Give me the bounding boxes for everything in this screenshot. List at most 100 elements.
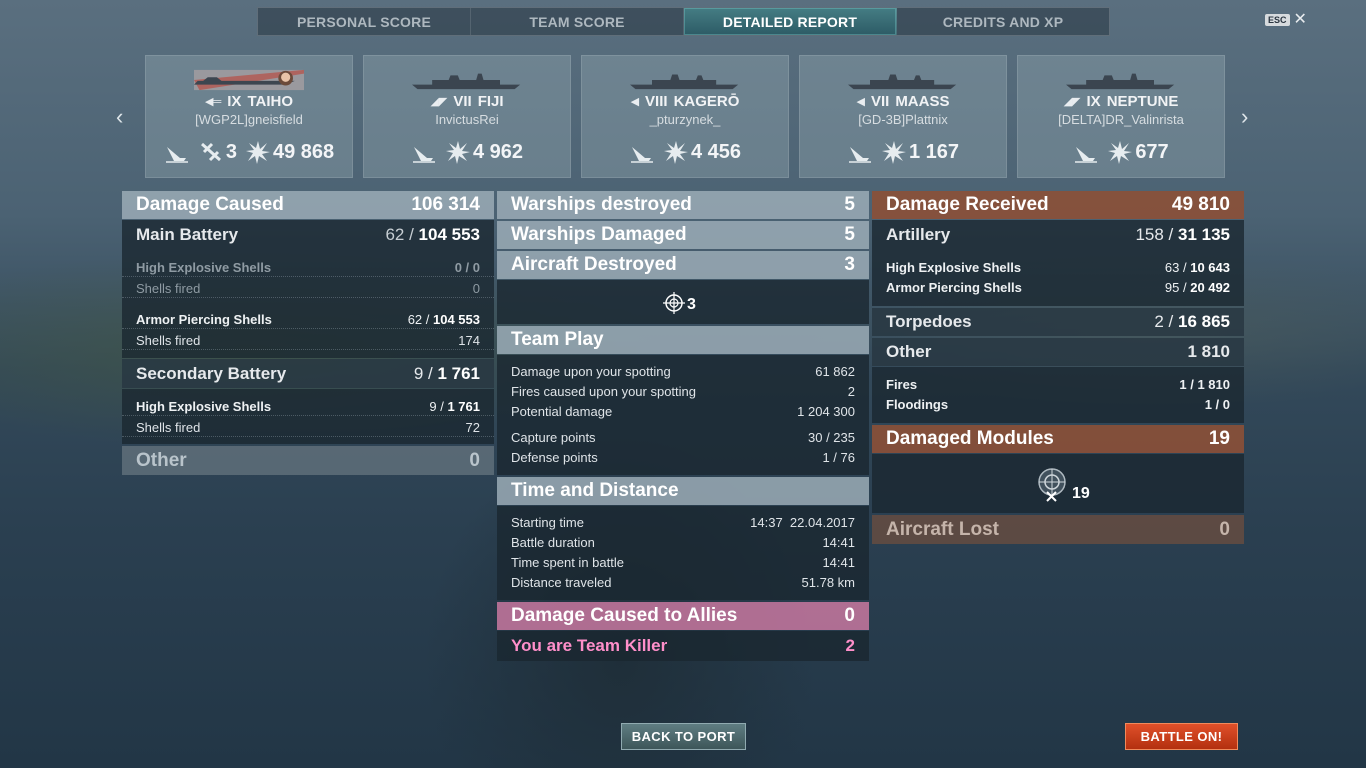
ap-shells-damage: 104 553 [433,311,480,327]
ship-sunk-icon [165,147,188,163]
tab-team-score[interactable]: TEAM SCORE [471,8,684,35]
damaged-modules-ribbon: 19 [1034,467,1090,503]
team-play-label: Capture points [511,430,596,445]
ship-tier: IX [1086,93,1101,110]
he-shells-fired-label: Shells fired [136,280,201,296]
back-to-port-button[interactable]: BACK TO PORT [621,723,746,750]
prev-arrow-icon[interactable]: ‹ [116,104,123,130]
ship-sunk-icon [848,147,871,163]
ap-shells-label: Armor Piercing Shells [136,311,272,327]
player-name: InvictusRei [435,112,499,127]
team-play-row: Potential damage 1 204 300 [497,402,869,421]
team-play-label: Defense points [511,450,598,465]
battle-on-button[interactable]: BATTLE ON! [1125,723,1238,750]
ship-silhouette-icon [848,74,957,90]
secondary-he-damage: 1 761 [447,398,480,414]
floodings-label: Floodings [886,397,949,412]
ship-sunk-icon [1075,147,1098,163]
time-distance-row: Starting time 14:37 22.04.2017 [497,513,869,532]
damage-caused-value: 106 314 [411,194,480,215]
damage-value: 1 167 [908,140,960,163]
artillery-damage: 31 135 [1178,225,1230,244]
torpedoes-row: Torpedoes 2 / 16 865 [872,308,1244,336]
he-shells-row: High Explosive Shells 0 / 0 [122,258,494,277]
he-shells-fired-value: 0 [472,280,480,296]
team-play-row: Defense points 1 / 76 [497,448,869,467]
floodings-row: Floodings 1 / 0 [872,395,1244,414]
ship-card[interactable]: ◀═ IX TAIHO [WGP2L]gneisfield 3 49 868 [145,55,353,178]
torpedoes-label: Torpedoes [886,312,972,331]
other-damage-row: Other 0 [122,446,494,475]
ap-shells-fired-row: Shells fired 174 [122,331,494,350]
he-shells-label: High Explosive Shells [136,259,272,275]
ap-shells-hits: 62 [407,311,423,327]
received-ap-hits: 95 [1164,280,1180,295]
received-ap-label: Armor Piercing Shells [886,280,1022,295]
team-play-row: Capture points 30 / 235 [497,428,869,447]
time-distance-value: 14:37 22.04.2017 [750,515,855,530]
ship-title: NEPTUNE [1106,93,1179,110]
team-play-title: Team Play [511,329,604,350]
tab-detailed-report[interactable]: DETAILED REPORT [684,8,897,35]
close-icon: ✕ [1293,11,1307,28]
main-battery-row: Main Battery 62 / 104 553 [122,221,494,249]
close-button[interactable]: ESC ✕ [1265,11,1307,28]
tab-credits-and-xp[interactable]: CREDITS AND XP [897,8,1109,35]
ship-card[interactable]: ◢◤ VII FIJI InvictusRei 4 962 [363,55,571,178]
damage-caused-header: Damage Caused 106 314 [122,191,494,219]
secondary-battery-damage: 1 761 [437,363,480,383]
ship-title: FIJI [477,93,504,110]
time-distance-label: Battle duration [511,535,595,550]
time-distance-row: Distance traveled 51.78 km [497,573,869,592]
ship-stats: 1 167 [800,139,1006,165]
ship-card[interactable]: ◀ VIII KAGERŌ _pturzynek_ 4 456 [581,55,789,178]
ship-stats: 677 [1018,139,1224,165]
torpedoes-hits: 2 [1154,312,1164,331]
ship-sunk-icon [630,147,653,163]
player-name: [DELTA]DR_Valinrista [1058,112,1184,127]
tab-personal-score[interactable]: PERSONAL SCORE [258,8,471,35]
ship-name: ◢◤ VII FIJI [364,93,570,110]
damage-to-allies-label: Damage Caused to Allies [511,605,738,626]
player-name: [GD-3B]Plattnix [858,112,948,127]
ship-title: MAASS [895,93,950,110]
ship-card[interactable]: ◀ VII MAASS [GD-3B]Plattnix 1 167 [799,55,1007,178]
artillery-label: Artillery [886,225,951,244]
aircraft-destroyed-label: Aircraft Destroyed [511,254,677,275]
damaged-modules-count: 19 [1072,485,1090,502]
ship-stats: 4 456 [582,139,788,165]
damage-explosion-icon [445,141,470,164]
aircraft-destroyed-value: 3 [844,254,855,275]
secondary-battery-row: Secondary Battery 9 / 1 761 [122,359,494,388]
ap-shells-value: 62 / 104 553 [407,311,480,327]
artillery-value: 158 / 31 135 [1135,225,1230,244]
aircraft-destroyed-count: 3 [687,296,696,313]
damaged-modules-label: Damaged Modules [886,428,1054,449]
received-he-value: 63 / 10 643 [1164,260,1230,275]
aircraft-lost-label: Aircraft Lost [886,518,999,540]
damage-explosion-icon [881,141,906,164]
aircraft-destroyed-row: Aircraft Destroyed 3 [497,251,869,279]
warships-damaged-label: Warships Damaged [511,224,687,245]
ship-silhouette-icon [1066,73,1175,90]
fires-value: 1 / 1 810 [1179,377,1230,392]
ship-sunk-icon [412,147,435,163]
secondary-battery-label: Secondary Battery [136,363,287,383]
ship-name: ◢◤ IX NEPTUNE [1018,93,1224,110]
next-arrow-icon[interactable]: › [1241,104,1248,130]
damage-explosion-icon [663,141,688,164]
damaged-modules-header: Damaged Modules 19 [872,425,1244,453]
ship-silhouette-icon [630,74,739,90]
damage-value: 4 456 [690,140,742,163]
received-other-value: 1 810 [1187,342,1230,361]
team-play-header: Team Play [497,326,869,354]
damage-received-value: 49 810 [1171,194,1230,215]
main-battery-value: 62 / 104 553 [385,225,480,244]
main-battery-damage: 104 553 [418,225,480,244]
warships-damaged-value: 5 [844,224,855,245]
ap-shells-fired-label: Shells fired [136,332,201,348]
other-damage-label: Other [136,449,187,471]
ship-card[interactable]: ◢◤ IX NEPTUNE [DELTA]DR_Valinrista 677 [1017,55,1225,178]
received-other-label: Other [886,342,932,361]
destroyer-class-icon: ◀ [856,96,865,108]
